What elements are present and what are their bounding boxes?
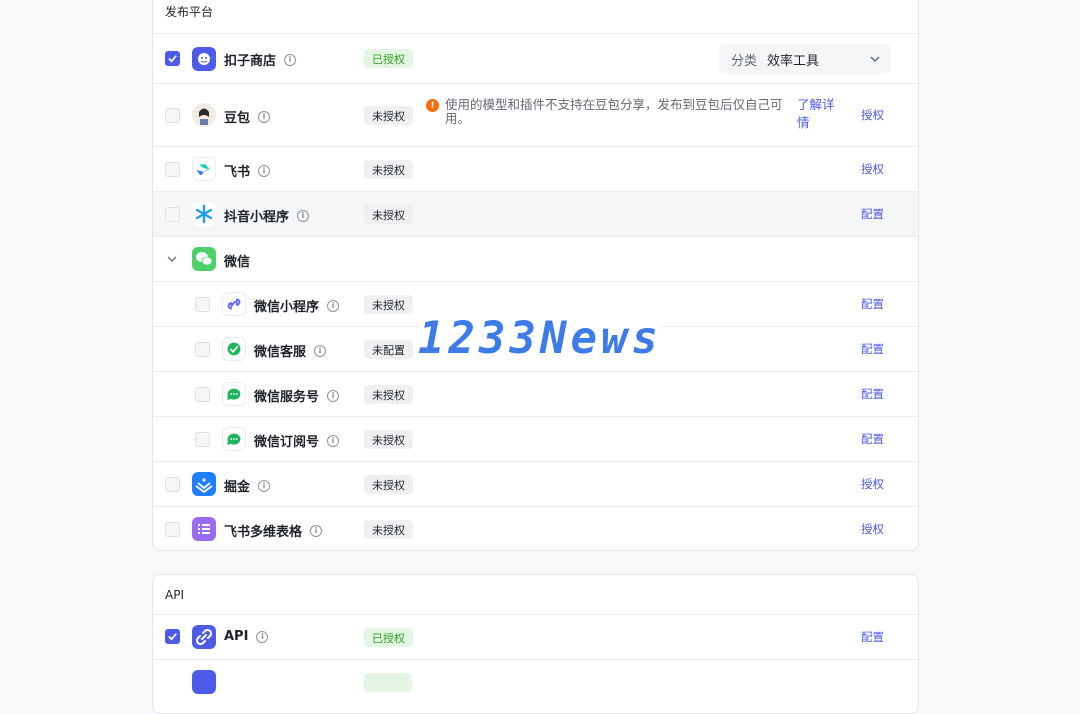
platform-row-douyin-miniapp: 抖音小程序 i 未授权 配置	[153, 192, 918, 237]
wechat-official-service-checkbox[interactable]	[195, 387, 210, 402]
coze-store-logo-icon	[192, 47, 216, 71]
platform-row-coze-store: 扣子商店 i 已授权 分类 效率工具	[153, 34, 918, 84]
doubao-warning-text: 使用的模型和插件不支持在豆包分享，发布到豆包后仅自己可用。	[445, 97, 783, 126]
juejin-name: 掘金 i	[224, 476, 271, 495]
wechat-official-service-status-badge: 未授权	[364, 385, 413, 404]
feishu-bitable-checkbox[interactable]	[165, 522, 180, 537]
wechat-service-status-badge: 未配置	[364, 340, 413, 359]
wechat-miniapp-checkbox[interactable]	[195, 297, 210, 312]
info-icon[interactable]: i	[327, 434, 340, 447]
feishu-bitable-name: 飞书多维表格 i	[224, 521, 323, 540]
juejin-checkbox[interactable]	[165, 477, 180, 492]
info-icon[interactable]: i	[297, 209, 310, 222]
info-icon[interactable]: i	[258, 110, 271, 123]
doubao-name: 豆包 i	[224, 107, 271, 126]
category-label: 分类	[731, 53, 758, 69]
info-icon[interactable]: i	[284, 53, 297, 66]
feishu-name: 飞书 i	[224, 161, 271, 180]
api-link-icon	[192, 625, 216, 649]
platform-row-feishu-bitable: 飞书多维表格 i 未授权 授权	[153, 507, 918, 550]
doubao-checkbox[interactable]	[165, 108, 180, 123]
juejin-logo-icon	[192, 472, 216, 496]
wechat-official-service-logo-icon	[222, 382, 246, 406]
platform-row-juejin: 掘金 i 未授权 授权	[153, 462, 918, 507]
douyin-miniapp-logo-icon	[192, 202, 216, 226]
chevron-down-icon[interactable]	[166, 253, 178, 265]
coze-store-checkbox[interactable]	[165, 51, 180, 66]
feishu-status-badge: 未授权	[364, 160, 413, 179]
wechat-subscription-name: 微信订阅号 i	[254, 431, 340, 450]
douyin-miniapp-checkbox[interactable]	[165, 207, 180, 222]
wechat-subscription-status-badge: 未授权	[364, 430, 413, 449]
feishu-logo-icon	[192, 157, 216, 181]
platform-row-wechat-group[interactable]: 微信	[153, 237, 918, 282]
info-icon[interactable]: i	[327, 299, 340, 312]
category-value: 效率工具	[767, 53, 820, 69]
wechat-group-name: 微信	[224, 255, 251, 270]
info-icon[interactable]: i	[327, 389, 340, 402]
info-icon[interactable]: i	[258, 164, 271, 177]
coze-store-name: 扣子商店 i	[224, 50, 297, 69]
api-checkbox[interactable]	[165, 629, 180, 644]
platform-row-doubao: 豆包 i 未授权 ! 使用的模型和插件不支持在豆包分享，发布到豆包后仅自己可用。…	[153, 84, 918, 147]
juejin-authorize-link[interactable]: 授权	[861, 476, 884, 492]
partial-status-badge	[364, 673, 412, 692]
doubao-warning: ! 使用的模型和插件不支持在豆包分享，发布到豆包后仅自己可用。	[426, 98, 793, 126]
api-card: API API i 已授权 配置	[152, 574, 919, 714]
info-icon[interactable]: i	[256, 630, 269, 643]
wechat-subscription-config-link[interactable]: 配置	[861, 431, 884, 447]
juejin-status-badge: 未授权	[364, 475, 413, 494]
douyin-miniapp-config-link[interactable]: 配置	[861, 206, 884, 222]
doubao-authorize-link[interactable]: 授权	[861, 107, 884, 123]
platform-row-api: API i 已授权 配置	[153, 615, 918, 660]
info-icon[interactable]: i	[314, 344, 327, 357]
douyin-miniapp-status-badge: 未授权	[364, 205, 413, 224]
wechat-miniapp-status-badge: 未授权	[364, 295, 413, 314]
coze-store-status-badge: 已授权	[364, 49, 413, 68]
wechat-service-config-link[interactable]: 配置	[861, 341, 884, 357]
wechat-miniapp-name: 微信小程序 i	[254, 296, 340, 315]
category-select[interactable]: 分类 效率工具	[719, 44, 891, 74]
doubao-status-badge: 未授权	[364, 106, 413, 125]
platform-row-wechat-official-service: 微信服务号 i 未授权 配置	[153, 372, 918, 417]
wechat-service-checkbox[interactable]	[195, 342, 210, 357]
wechat-official-service-name: 微信服务号 i	[254, 386, 340, 405]
watermark: 1233News	[418, 305, 660, 371]
api-config-link[interactable]: 配置	[861, 629, 884, 645]
feishu-bitable-status-badge: 未授权	[364, 520, 413, 539]
platform-row-feishu: 飞书 i 未授权 授权	[153, 147, 918, 192]
publish-platform-card: 发布平台 扣子商店 i 已授权 分类 效率工具 豆包 i 未授权 ! 使用的模型…	[152, 0, 919, 551]
warning-icon: !	[426, 99, 439, 112]
platform-row-partial	[153, 660, 918, 705]
wechat-logo-icon	[192, 247, 216, 271]
info-icon[interactable]: i	[310, 524, 323, 537]
wechat-subscription-logo-icon	[222, 427, 246, 451]
wechat-official-service-config-link[interactable]: 配置	[861, 386, 884, 402]
wechat-service-logo-icon	[222, 337, 246, 361]
learn-more-link[interactable]: 了解详情	[797, 96, 841, 132]
wechat-service-name: 微信客服 i	[254, 341, 327, 360]
chevron-down-icon	[870, 56, 880, 63]
feishu-bitable-authorize-link[interactable]: 授权	[861, 521, 884, 537]
douyin-miniapp-name: 抖音小程序 i	[224, 206, 310, 225]
publish-platform-title: 发布平台	[153, 0, 918, 34]
platform-row-wechat-subscription: 微信订阅号 i 未授权 配置	[153, 417, 918, 462]
doubao-logo-icon	[192, 103, 216, 127]
feishu-authorize-link[interactable]: 授权	[861, 161, 884, 177]
wechat-miniapp-logo-icon	[222, 292, 246, 316]
info-icon[interactable]: i	[258, 479, 271, 492]
api-status-badge: 已授权	[364, 628, 413, 647]
api-name: API i	[224, 629, 269, 644]
feishu-checkbox[interactable]	[165, 162, 180, 177]
wechat-miniapp-config-link[interactable]: 配置	[861, 296, 884, 312]
feishu-bitable-logo-icon	[192, 517, 216, 541]
api-section-title: API	[153, 575, 918, 615]
wechat-subscription-checkbox[interactable]	[195, 432, 210, 447]
